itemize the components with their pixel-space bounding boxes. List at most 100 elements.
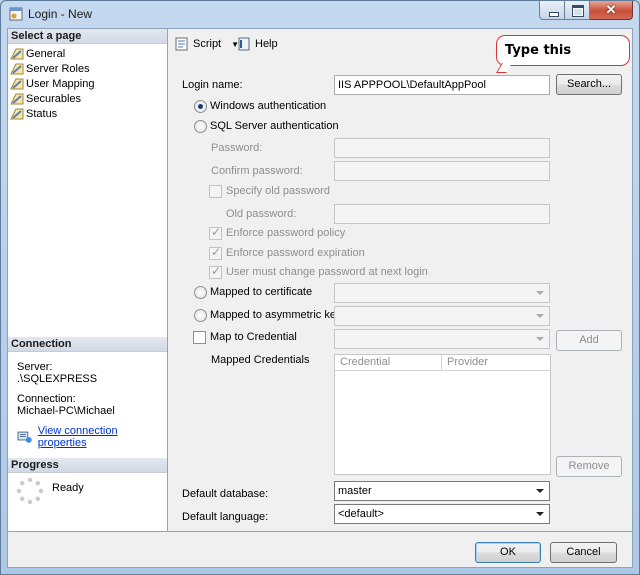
page-icon (10, 63, 24, 75)
maximize-button[interactable] (565, 1, 590, 20)
page-item-status[interactable]: Status (10, 106, 166, 121)
mapped-asym-radio[interactable] (194, 309, 207, 322)
script-icon (175, 37, 188, 51)
default-database-label: Default database: (182, 488, 269, 500)
toolbar: Script ▼ Help Type this (169, 29, 632, 73)
connection-label: Connection: (17, 393, 76, 405)
callout-tail (496, 63, 512, 73)
footer-separator (8, 531, 632, 532)
sql-server-app-icon (9, 7, 23, 21)
default-language-value: <default> (338, 508, 384, 520)
default-database-value: master (338, 485, 372, 497)
credential-column-header[interactable]: Credential (340, 356, 390, 368)
connection-properties-icon (17, 431, 32, 443)
map-credential-label[interactable]: Map to Credential (210, 331, 297, 343)
select-page-header: Select a page (8, 29, 167, 44)
view-connection-link[interactable]: View connection properties (38, 425, 167, 449)
specify-old-password-label: Specify old password (226, 185, 330, 197)
page-icon (10, 93, 24, 105)
close-icon: ✕ (605, 2, 617, 17)
view-connection-properties[interactable]: View connection properties (17, 425, 167, 449)
connection-header: Connection (8, 337, 167, 352)
password-input[interactable] (334, 138, 550, 158)
server-value: .\SQLEXPRESS (17, 373, 98, 385)
add-button[interactable]: Add (556, 330, 622, 351)
page-item-user-mapping[interactable]: User Mapping (10, 76, 166, 91)
specify-old-password-checkbox[interactable] (209, 185, 222, 198)
page-item-label: Status (26, 107, 58, 120)
login-new-window: Login - New ✕ Select a page General Serv… (0, 0, 640, 575)
page-list: General Server Roles User Mapping Secura… (10, 46, 166, 121)
provider-column-header[interactable]: Provider (447, 356, 488, 368)
sql-auth-radio[interactable] (194, 120, 207, 133)
left-pane: Select a page General Server Roles User … (8, 29, 168, 531)
check-icon: ✓ (211, 245, 222, 259)
default-language-label: Default language: (182, 511, 269, 523)
minimize-button[interactable] (539, 1, 565, 20)
mapped-credentials-label: Mapped Credentials (211, 354, 310, 366)
page-item-label: Server Roles (26, 62, 90, 75)
script-button[interactable]: Script ▼ (175, 37, 239, 51)
windows-auth-radio[interactable] (194, 100, 207, 113)
sql-auth-label[interactable]: SQL Server authentication (210, 120, 339, 132)
title-bar[interactable]: Login - New ✕ (1, 1, 639, 27)
help-label: Help (255, 38, 278, 50)
must-change-label: User must change password at next login (226, 266, 428, 278)
old-password-label: Old password: (226, 208, 297, 220)
help-icon (238, 37, 250, 51)
mapped-cert-label[interactable]: Mapped to certificate (210, 286, 312, 298)
credential-dropdown[interactable] (334, 329, 550, 349)
check-icon: ✓ (211, 225, 222, 239)
password-label: Password: (211, 142, 263, 154)
chevron-down-icon (536, 291, 544, 295)
old-password-input[interactable] (334, 204, 550, 224)
annotation-callout: Type this (496, 35, 630, 73)
mapped-cert-radio[interactable] (194, 286, 207, 299)
enforce-expiration-label: Enforce password expiration (226, 247, 365, 259)
ok-button[interactable]: OK (475, 542, 541, 563)
map-credential-checkbox[interactable] (193, 331, 206, 344)
page-item-general[interactable]: General (10, 46, 166, 61)
certificate-dropdown[interactable] (334, 283, 550, 303)
chevron-down-icon (536, 489, 544, 493)
page-icon (10, 78, 24, 90)
confirm-password-label: Confirm password: (211, 165, 303, 177)
check-icon: ✓ (211, 264, 222, 278)
mapped-asym-label[interactable]: Mapped to asymmetric key (210, 309, 341, 321)
default-language-dropdown[interactable]: <default> (334, 504, 550, 524)
page-item-label: Securables (26, 92, 82, 105)
help-button[interactable]: Help (237, 37, 278, 51)
enforce-policy-label: Enforce password policy (226, 227, 346, 239)
page-item-server-roles[interactable]: Server Roles (10, 61, 166, 76)
enforce-policy-checkbox[interactable]: ✓ (209, 225, 222, 240)
page-item-securables[interactable]: Securables (10, 91, 166, 106)
script-label: Script (193, 38, 222, 50)
remove-button[interactable]: Remove (556, 456, 622, 477)
close-button[interactable]: ✕ (590, 1, 633, 20)
chevron-down-icon (536, 314, 544, 318)
login-name-input[interactable]: IIS APPPOOL\DefaultAppPool (334, 75, 550, 95)
page-item-label: User Mapping (26, 77, 95, 90)
cancel-button[interactable]: Cancel (550, 542, 617, 563)
default-database-dropdown[interactable]: master (334, 481, 550, 501)
progress-status: Ready (52, 482, 84, 494)
chevron-down-icon (536, 337, 544, 341)
page-icon (10, 108, 24, 120)
must-change-checkbox[interactable]: ✓ (209, 264, 222, 279)
windows-auth-label[interactable]: Windows authentication (210, 100, 326, 112)
asymmetric-key-dropdown[interactable] (334, 306, 550, 326)
search-button[interactable]: Search... (556, 74, 622, 95)
login-name-label: Login name: (182, 79, 243, 91)
column-divider[interactable] (441, 355, 442, 371)
page-icon (10, 48, 24, 60)
enforce-expiration-checkbox[interactable]: ✓ (209, 245, 222, 260)
progress-header: Progress (8, 458, 167, 473)
dialog-client-area: Select a page General Server Roles User … (7, 28, 633, 568)
window-title: Login - New (28, 7, 93, 21)
confirm-password-input[interactable] (334, 161, 550, 181)
annotation-text: Type this (505, 43, 572, 58)
page-item-label: General (26, 47, 66, 60)
grid-header: Credential Provider (335, 355, 550, 371)
connection-value: Michael-PC\Michael (17, 405, 115, 417)
mapped-credentials-grid[interactable]: Credential Provider (334, 354, 551, 475)
